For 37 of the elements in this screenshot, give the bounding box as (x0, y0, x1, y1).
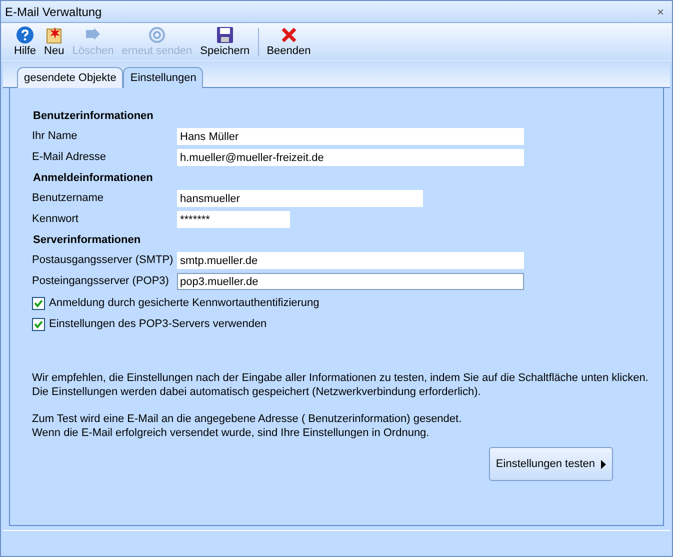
toolbar-button[interactable]: Neu (41, 26, 68, 58)
tab[interactable]: Einstellungen (123, 67, 204, 88)
input-field[interactable]: ******* (177, 211, 290, 228)
field-label: Postausgangsserver (SMTP) (32, 253, 174, 268)
input-field[interactable]: pop3.mueller.de (177, 273, 524, 290)
info-text: Wenn die E-Mail erfolgreich versendet wurde, sind Ihre Einstellungen in Ordnung. (32, 426, 430, 440)
checkbox-label: Einstellungen des POP3-Servers verwenden (49, 316, 267, 332)
tab[interactable]: gesendete Objekte (17, 67, 124, 88)
input-field[interactable]: Hans Müller (177, 128, 524, 145)
save-icon (216, 26, 234, 44)
field-label: Posteingangsserver (POP3) (32, 274, 170, 290)
checkbox-label: Anmeldung durch gesicherte Kennwortauthentifizierung (49, 296, 320, 311)
field-label: Ihr Name (32, 129, 78, 144)
input-field[interactable]: hansmueller (177, 190, 423, 207)
close-icon (280, 26, 298, 44)
help-icon (16, 26, 34, 44)
section-heading: Serverinformationen (32, 233, 142, 248)
toolbar-button[interactable]: Hilfe (11, 26, 40, 58)
input-field[interactable]: smtp.mueller.de (177, 252, 524, 269)
window-title: E-Mail Verwaltung (5, 4, 102, 20)
info-text: Wir empfehlen, die Einstellungen nach der Eingabe aller Informationen zu testen, indem Sie auf die Schaltfläche unten klicken. (32, 371, 650, 385)
checkbox[interactable] (32, 318, 45, 330)
new-document-icon (45, 26, 64, 44)
close-button[interactable]: × (652, 6, 668, 18)
field-label: E-Mail Adresse (32, 150, 107, 166)
toolbar-button[interactable]: Speichern (197, 26, 253, 58)
input-field[interactable]: h.mueller@mueller-freizeit.de (177, 149, 524, 166)
field-label: Kennwort (32, 212, 80, 228)
field-label: Benutzername (32, 191, 105, 206)
info-text: Zum Test wird eine E-Mail an die angegebene Adresse ( Benutzerinformation) gesendet. (32, 412, 463, 426)
checkbox[interactable] (32, 296, 45, 310)
toolbar-button[interactable]: Beenden (264, 26, 314, 58)
section-heading: Anmeldeinformationen (32, 171, 154, 186)
test-settings-button[interactable]: Einstellungen testen (488, 447, 613, 481)
section-heading: Benutzerinformationen (32, 109, 154, 124)
triangle-icon (601, 460, 606, 468)
info-text: Die Einstellungen werden dabei automatisch gespeichert (Netzwerkverbindung erforderlich). (32, 385, 482, 399)
